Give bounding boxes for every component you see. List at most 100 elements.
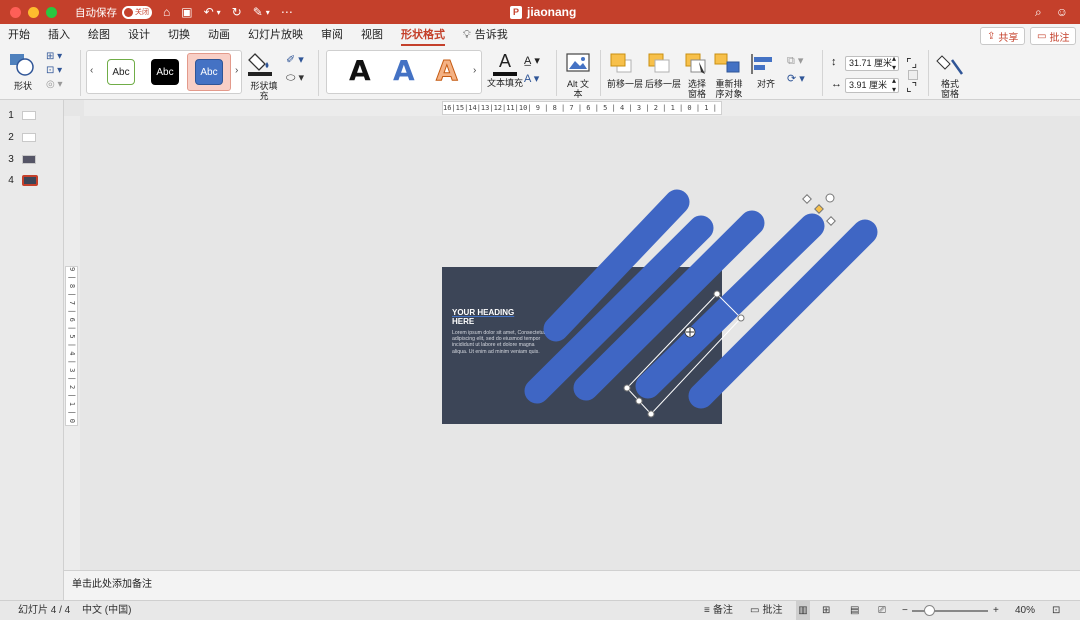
notes-toggle-button[interactable]: ≡ 备注 [704,601,733,620]
bring-forward-label: 前移一层 [607,79,644,89]
shape-outline-icon[interactable]: ✐ ▾ [286,53,310,71]
shape-outline-effects: ✐ ▾ ⬭ ▾ [286,53,310,89]
adjust-handle[interactable] [802,194,812,204]
tab-review[interactable]: 审阅 [321,24,343,46]
tab-insert[interactable]: 插入 [48,24,70,46]
wordart-right-arrow-icon[interactable]: › [473,65,476,76]
search-icon[interactable]: ⌕ [1035,5,1042,20]
tab-animations[interactable]: 动画 [208,24,230,46]
comments-button[interactable]: ▭ 批注 [1030,27,1077,45]
width-stepper-icon[interactable]: ▴ ▾ [892,76,896,94]
text-outline-icon[interactable]: A̲ ▾ [524,54,548,72]
slide-canvas[interactable]: YOUR HEADING HERE Lorem ipsum dolor sit … [84,116,1080,570]
shape-effects-icon[interactable]: ⬭ ▾ [286,71,310,89]
more-icon[interactable]: ⋯ [281,5,293,19]
tab-design[interactable]: 设计 [128,24,150,46]
slide-thumbnail-image [22,154,36,164]
wordart-style-orange[interactable]: A [436,54,459,88]
insert-shape-button[interactable]: 形状 [8,52,38,91]
zoom-in-button[interactable]: + [993,601,999,620]
vertical-ruler: 9 | 8 | 7 | 6 | 5 | 4 | 3 | 2 | 1 | 0 | … [64,116,80,570]
align-button[interactable]: 对齐 [748,52,784,89]
resize-handle[interactable] [647,410,655,418]
slide-sorter-view-icon[interactable]: ⊞ [822,601,830,620]
resize-handle[interactable] [635,397,643,405]
zoom-out-button[interactable]: − [902,601,908,620]
shape-style-black[interactable]: Abc [151,59,179,85]
tab-transitions[interactable]: 切换 [168,24,190,46]
edit-shape-icon[interactable]: ⊡ ▾ [46,65,70,79]
slide-thumbnail-4[interactable]: 4 [0,171,64,189]
person-icon[interactable]: ☺ [1056,5,1068,19]
shape-width-input[interactable]: 3.91 厘米 [845,78,899,93]
autosave-toggle[interactable]: 关闭 [122,5,152,19]
ribbon-separator [556,50,557,96]
resize-handle[interactable] [737,314,745,322]
maximize-window-button[interactable] [46,6,57,18]
tab-home[interactable]: 开始 [8,24,30,46]
slide-thumbnail-3[interactable]: 3 [0,150,64,168]
text-effects-icon[interactable]: A ▾ [524,72,548,90]
fit-to-window-icon[interactable]: ⊡ [1052,601,1060,620]
resize-handle[interactable] [713,290,721,298]
adjust-handle-yellow[interactable] [814,204,824,214]
shape-fill-button[interactable]: 形状填充 [247,50,281,101]
tab-shape-format[interactable]: 形状格式 [401,24,445,46]
resize-handle[interactable] [623,384,631,392]
vertical-ruler-scale: 9 | 8 | 7 | 6 | 5 | 4 | 3 | 2 | 1 | 0 | … [65,266,78,426]
shape-style-outline[interactable]: Abc [107,59,135,85]
size-dialog-icon[interactable]: ⌜⌟ [906,56,917,70]
bring-forward-button[interactable]: 前移一层 [607,52,643,89]
reading-view-icon[interactable]: ▤ [850,601,859,620]
zoom-percent[interactable]: 40% [1015,601,1035,620]
text-box-icon[interactable]: ⊞ ▾ [46,51,70,65]
slideshow-view-icon[interactable]: ⎚ [878,601,886,620]
document-name: jiaonang [527,5,577,19]
share-button[interactable]: ⇪ 共享 [980,27,1026,45]
tab-tell-me[interactable]: 告诉我 [475,24,508,46]
group-objects-icon[interactable]: ⧉ ▾ [787,54,811,72]
undo-dropdown-icon[interactable]: ▾ [217,8,221,17]
merge-shapes-icon[interactable]: ◎ ▾ [46,79,70,93]
reorder-objects-button[interactable]: 重新排 序对象 [713,52,745,99]
tab-view[interactable]: 视图 [361,24,383,46]
zoom-slider-handle[interactable] [924,605,935,616]
edit-icon[interactable]: ✎ [253,5,263,19]
tab-draw[interactable]: 绘图 [88,24,110,46]
send-backward-button[interactable]: 后移一层 [645,52,681,89]
tab-slideshow[interactable]: 幻灯片放映 [248,24,303,46]
save-icon[interactable]: ▣ [181,5,192,19]
wordart-style-blue[interactable]: A [393,54,415,87]
crop-icon[interactable]: ⌞⌝ [906,80,917,94]
text-fill-label: 文本填充 [487,78,524,88]
edit-dropdown-icon[interactable]: ▾ [266,8,270,17]
normal-view-icon[interactable]: ▥ [796,601,810,620]
height-stepper-icon[interactable]: ▴ ▾ [892,54,896,72]
language-indicator[interactable]: 中文 (中国) [82,601,131,620]
gallery-right-arrow-icon[interactable]: › [235,65,238,76]
shape-height-input[interactable]: 31.71 厘米 [845,56,899,71]
rotate-icon[interactable]: ⟳ ▾ [787,72,811,90]
wordart-style-black[interactable]: A [349,54,371,87]
notes-pane[interactable]: 单击此处添加备注 [64,570,1080,600]
close-window-button[interactable] [10,6,21,18]
adjust-handle[interactable] [826,216,836,226]
selection-pane-button[interactable]: 选择 窗格 [683,52,711,99]
minimize-window-button[interactable] [28,6,39,18]
undo-icon[interactable]: ↶ [204,5,214,19]
text-fill-button[interactable]: A 文本填充 [487,50,523,88]
redo-icon[interactable]: ↻ [232,5,242,19]
comments-toggle-button[interactable]: ▭ 批注 [750,601,782,620]
home-icon[interactable]: ⌂ [163,5,170,19]
slide-thumbnail-1[interactable]: 1 [0,106,64,124]
gallery-left-arrow-icon[interactable]: ‹ [90,65,93,76]
lock-aspect-checkbox[interactable] [908,70,918,80]
format-pane-button[interactable]: 格式 窗格 [936,52,964,99]
rotate-handle-icon[interactable] [825,193,835,203]
shape-style-blue[interactable]: Abc [195,59,223,85]
slide-thumbnail-2[interactable]: 2 [0,128,64,146]
send-backward-icon [648,53,670,73]
slide-number: 3 [8,153,14,165]
alt-text-button[interactable]: Alt 文本 [563,52,593,99]
autosave-label: 自动保存 [75,6,117,19]
